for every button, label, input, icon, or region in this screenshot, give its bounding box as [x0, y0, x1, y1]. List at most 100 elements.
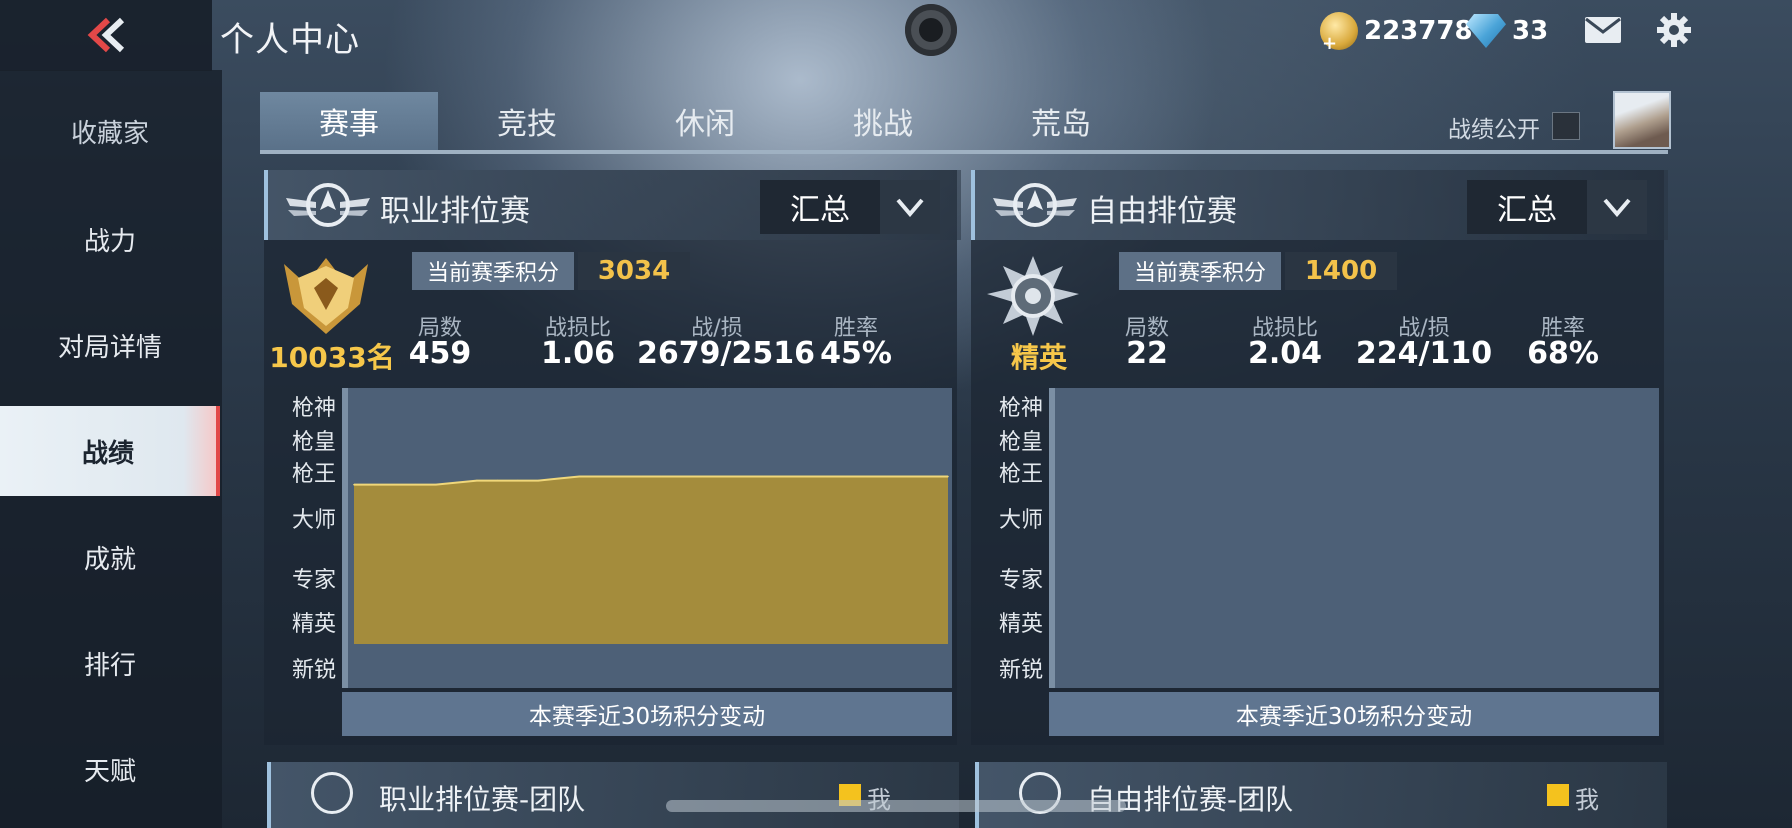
score-point — [619, 475, 622, 478]
sidebar-item-collector[interactable]: 收藏家 — [0, 110, 220, 150]
score-point — [373, 483, 376, 486]
sidebar-item-label: 排行 — [83, 650, 136, 681]
avatar[interactable] — [1613, 91, 1671, 149]
stat-value: 2679/2516 — [637, 336, 815, 371]
sidebar-item-label: 战力 — [83, 226, 136, 257]
chart-caption: 本赛季近30场积分变动 — [1049, 692, 1659, 736]
score-point — [639, 475, 642, 478]
sidebar-item-record[interactable]: 战绩 — [0, 406, 220, 496]
filter-dropdown[interactable]: 汇总 — [760, 180, 940, 234]
team-icon — [311, 772, 353, 814]
tier-label: 专家 — [291, 568, 336, 593]
coin-amount: 223778 — [1364, 16, 1473, 46]
chart-caption: 本赛季近30场积分变动 — [342, 692, 952, 736]
tier-label: 枪皇 — [291, 430, 336, 455]
diamond-balance[interactable]: 33 — [1466, 10, 1548, 52]
panel-header: 职业排位赛 汇总 — [264, 170, 961, 240]
coin-balance[interactable]: 223778 — [1320, 10, 1473, 54]
tab-island[interactable]: 荒岛 — [972, 92, 1150, 150]
sidebar-item-label: 战绩 — [81, 438, 134, 469]
tier-label: 枪神 — [998, 396, 1043, 421]
score-point — [435, 483, 437, 486]
sidebar-item-label: 对局详情 — [57, 332, 162, 363]
score-point — [926, 475, 929, 478]
chevron-down-icon — [880, 180, 940, 234]
panel-title: 职业排位赛 — [380, 194, 530, 229]
emblem-icon — [993, 183, 1077, 227]
sidebar-item-ranking[interactable]: 排行 — [0, 618, 220, 708]
score-point — [517, 479, 519, 482]
tab-casual[interactable]: 休闲 — [616, 92, 794, 150]
score-point — [496, 479, 499, 482]
score-point — [906, 475, 908, 478]
score-chart-empty — [1049, 388, 1659, 688]
sidebar-item-label: 收藏家 — [70, 119, 149, 149]
score-chart-svg — [353, 475, 949, 644]
tier-label: 枪王 — [998, 462, 1043, 487]
sidebar-item-achievements[interactable]: 成就 — [0, 512, 220, 602]
rank-badge-icon — [987, 256, 1079, 336]
pro-team-panel[interactable]: 职业排位赛-团队 我 — [267, 762, 959, 828]
tier-label: 新锐 — [998, 658, 1043, 683]
page-title: 个人中心 — [220, 20, 360, 60]
panel-title: 自由排位赛 — [1087, 194, 1237, 229]
tier-label: 枪神 — [291, 396, 336, 421]
tab-events[interactable]: 赛事 — [260, 92, 438, 150]
public-record-checkbox[interactable] — [1552, 112, 1580, 140]
sidebar-item-label: 天赋 — [83, 756, 136, 787]
chevron-down-icon — [1587, 180, 1647, 234]
season-score-label: 当前赛季积分 — [1119, 252, 1281, 290]
back-button[interactable] — [0, 0, 212, 71]
rank-badge-icon — [284, 258, 368, 334]
legend-swatch — [1547, 784, 1569, 806]
score-point — [455, 481, 458, 484]
tier-label: 精英 — [998, 612, 1043, 637]
tab-competitive[interactable]: 竞技 — [438, 92, 616, 150]
coin-icon — [1320, 12, 1358, 54]
score-point — [701, 475, 704, 478]
mail-icon[interactable] — [1584, 16, 1622, 44]
gear-icon[interactable] — [1656, 12, 1692, 48]
score-point — [865, 475, 867, 478]
score-point — [558, 477, 560, 480]
tier-label: 枪王 — [291, 462, 336, 487]
tier-label: 枪皇 — [998, 430, 1043, 455]
home-indicator[interactable] — [666, 800, 1126, 812]
filter-dropdown[interactable]: 汇总 — [1467, 180, 1647, 234]
sidebar-item-match-details[interactable]: 对局详情 — [0, 300, 220, 390]
public-record-label: 战绩公开 — [1448, 117, 1540, 143]
stat-value: 22 — [1126, 336, 1168, 371]
stat-value: 224/110 — [1355, 336, 1493, 371]
tier-label: 大师 — [291, 508, 336, 533]
score-point — [844, 475, 847, 478]
sidebar-item-talent[interactable]: 天赋 — [0, 724, 220, 814]
team-panel-title: 自由排位赛-团队 — [1087, 783, 1294, 816]
score-point — [353, 483, 355, 486]
tier-label: 新锐 — [291, 658, 336, 683]
sidebar-item-power[interactable]: 战力 — [0, 194, 220, 284]
score-point — [783, 475, 785, 478]
diamond-icon — [1466, 14, 1506, 48]
score-point — [598, 475, 601, 478]
score-point — [885, 475, 888, 478]
stat-value: 2.04 — [1247, 336, 1323, 371]
panel-header: 自由排位赛 汇总 — [971, 170, 1668, 240]
score-point — [803, 475, 806, 478]
legend-label: 我 — [1575, 786, 1599, 814]
tier-label: 大师 — [998, 508, 1043, 533]
score-point — [742, 475, 744, 478]
free-team-panel[interactable]: 自由排位赛-团队 我 — [975, 762, 1667, 828]
filter-value: 汇总 — [1497, 193, 1557, 228]
score-point — [824, 475, 826, 478]
score-point — [660, 475, 663, 478]
season-score-value: 1400 — [1285, 252, 1397, 290]
season-score-label: 当前赛季积分 — [412, 252, 574, 290]
season-score-value: 3034 — [578, 252, 690, 290]
stat-value: 459 — [408, 336, 472, 371]
team-panel-title: 职业排位赛-团队 — [379, 783, 586, 816]
tab-challenge[interactable]: 挑战 — [794, 92, 972, 150]
score-point — [537, 479, 540, 482]
sidebar-item-label: 成就 — [83, 544, 136, 575]
filter-value: 汇总 — [790, 193, 850, 228]
score-chart — [342, 388, 952, 688]
